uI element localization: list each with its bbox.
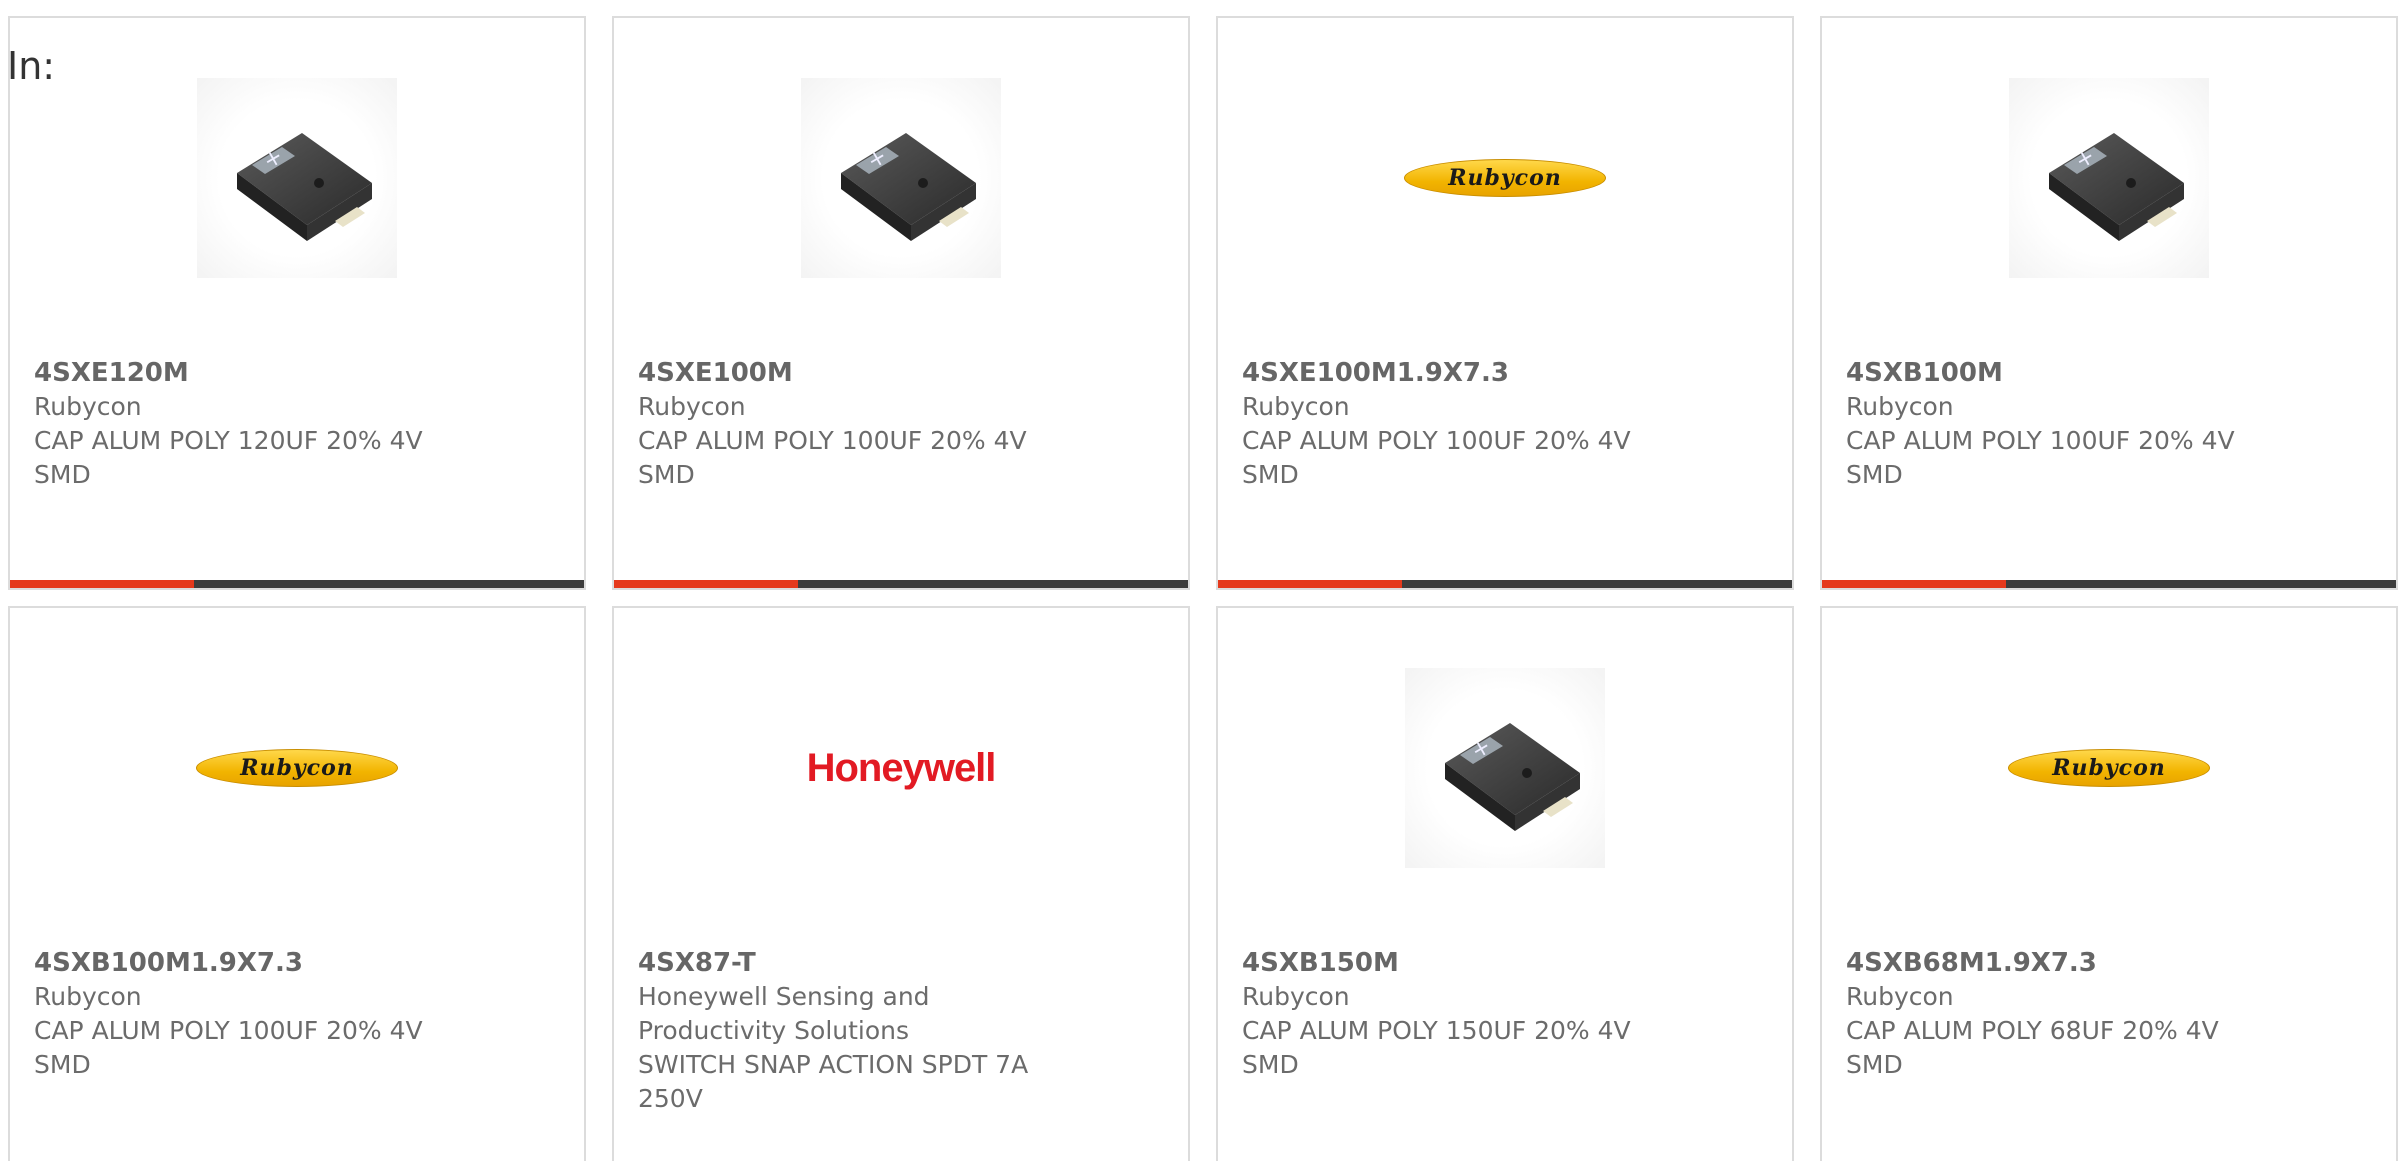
card-accent-bar [614,580,1188,588]
manufacturer: Honeywell Sensing and Productivity Solut… [638,982,930,1045]
dark-segment [1402,580,1792,588]
capacitor-image: + [197,78,397,278]
product-image[interactable]: + [10,78,584,278]
rubycon-logo: Rubycon [2008,749,2210,787]
card-accent-bar [1822,580,2396,588]
honeywell-logo: Honeywell [806,745,997,790]
description: CAP ALUM POLY 100UF 20% 4V SMD [638,426,1027,489]
dark-segment [798,580,1188,588]
product-results-page: In: + 4SXE120M Rubycon CAP ALUM POLY 120… [0,0,2400,1161]
capacitor-image: + [1405,668,1605,868]
product-image[interactable]: + [614,78,1188,278]
in-label: In: [7,44,56,88]
part-number[interactable]: 4SXE100M1.9X7.3 [1242,356,1672,390]
manufacturer: Rubycon [1242,392,1350,421]
card-accent-bar [1218,580,1792,588]
manufacturer: Rubycon [34,982,142,1011]
description: CAP ALUM POLY 100UF 20% 4V SMD [34,1016,423,1079]
rubycon-logo: Rubycon [1404,159,1606,197]
accent-segment [1218,580,1402,588]
description: CAP ALUM POLY 100UF 20% 4V SMD [1846,426,2235,489]
description: CAP ALUM POLY 100UF 20% 4V SMD [1242,426,1631,489]
accent-segment [1822,580,2006,588]
product-image[interactable]: Rubycon [1218,78,1792,278]
product-card[interactable]: Rubycon 4SXB100M1.9X7.3 Rubycon CAP ALUM… [8,606,586,1161]
accent-segment [614,580,798,588]
product-info: 4SXB100M1.9X7.3 Rubycon CAP ALUM POLY 10… [34,946,464,1082]
dark-segment [2006,580,2396,588]
part-number[interactable]: 4SX87-T [638,946,1068,980]
product-info: 4SXB68M1.9X7.3 Rubycon CAP ALUM POLY 68U… [1846,946,2276,1082]
dark-segment [194,580,584,588]
manufacturer: Rubycon [34,392,142,421]
product-image[interactable]: Rubycon [1822,668,2396,868]
product-info: 4SXE120M Rubycon CAP ALUM POLY 120UF 20%… [34,356,464,492]
manufacturer: Rubycon [1242,982,1350,1011]
product-card[interactable]: Honeywell 4SX87-T Honeywell Sensing and … [612,606,1190,1161]
manufacturer: Rubycon [1846,392,1954,421]
rubycon-logo: Rubycon [196,749,398,787]
manufacturer: Rubycon [1846,982,1954,1011]
product-info: 4SXB150M Rubycon CAP ALUM POLY 150UF 20%… [1242,946,1672,1082]
part-number[interactable]: 4SXB100M1.9X7.3 [34,946,464,980]
product-info: 4SXE100M1.9X7.3 Rubycon CAP ALUM POLY 10… [1242,356,1672,492]
product-image[interactable]: Rubycon [10,668,584,868]
product-info: 4SXB100M Rubycon CAP ALUM POLY 100UF 20%… [1846,356,2276,492]
product-card[interactable]: Rubycon 4SXB68M1.9X7.3 Rubycon CAP ALUM … [1820,606,2398,1161]
part-number[interactable]: 4SXB68M1.9X7.3 [1846,946,2276,980]
description: CAP ALUM POLY 150UF 20% 4V SMD [1242,1016,1631,1079]
capacitor-image: + [801,78,1001,278]
part-number[interactable]: 4SXB100M [1846,356,2276,390]
product-info: 4SX87-T Honeywell Sensing and Productivi… [638,946,1068,1116]
capacitor-image: + [2009,78,2209,278]
product-image[interactable]: + [1218,668,1792,868]
part-number[interactable]: 4SXE120M [34,356,464,390]
product-card[interactable]: + 4SXE120M Rubycon CAP ALUM POLY 120UF 2… [8,16,586,590]
product-card[interactable]: Rubycon 4SXE100M1.9X7.3 Rubycon CAP ALUM… [1216,16,1794,590]
product-card[interactable]: + 4SXB100M Rubycon CAP ALUM POLY 100UF 2… [1820,16,2398,590]
product-info: 4SXE100M Rubycon CAP ALUM POLY 100UF 20%… [638,356,1068,492]
card-accent-bar [10,580,584,588]
accent-segment [10,580,194,588]
product-card[interactable]: + 4SXB150M Rubycon CAP ALUM POLY 150UF 2… [1216,606,1794,1161]
description: SWITCH SNAP ACTION SPDT 7A 250V [638,1050,1029,1113]
product-grid: + 4SXE120M Rubycon CAP ALUM POLY 120UF 2… [8,16,2398,1161]
product-card[interactable]: + 4SXE100M Rubycon CAP ALUM POLY 100UF 2… [612,16,1190,590]
description: CAP ALUM POLY 68UF 20% 4V SMD [1846,1016,2219,1079]
description: CAP ALUM POLY 120UF 20% 4V SMD [34,426,423,489]
product-image[interactable]: + [1822,78,2396,278]
part-number[interactable]: 4SXB150M [1242,946,1672,980]
product-image[interactable]: Honeywell [614,668,1188,868]
part-number[interactable]: 4SXE100M [638,356,1068,390]
manufacturer: Rubycon [638,392,746,421]
